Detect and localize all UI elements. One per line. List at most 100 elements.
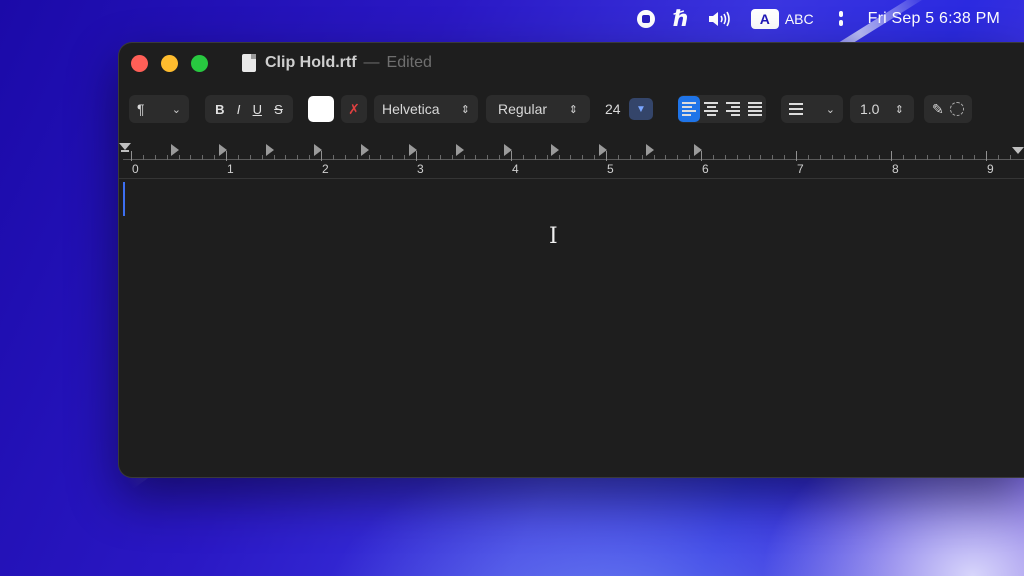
minimize-button[interactable] xyxy=(161,54,178,72)
ruler-minor-tick xyxy=(831,155,833,160)
ruler-minor-tick xyxy=(356,155,358,160)
align-left-button[interactable] xyxy=(678,96,700,122)
ruler-minor-tick xyxy=(677,155,679,160)
ruler-minor-tick xyxy=(902,155,904,160)
ruler-minor-tick xyxy=(142,155,144,160)
font-size-value[interactable]: 24 xyxy=(605,101,621,117)
text-color-swatch[interactable] xyxy=(308,96,334,122)
ruler-minor-tick xyxy=(475,155,477,160)
highlight-button[interactable]: ✎ xyxy=(924,95,972,123)
menubar-clock[interactable]: Fri Sep 5 6:38 PM xyxy=(868,10,1000,28)
ruler-minor-tick xyxy=(617,155,619,160)
close-button[interactable] xyxy=(131,54,148,72)
ruler-minor-tick xyxy=(190,155,192,160)
bold-button[interactable]: B xyxy=(215,102,224,117)
ruler-minor-tick xyxy=(285,155,287,160)
ruler-minor-tick xyxy=(807,155,809,160)
ruler-minor-tick xyxy=(309,155,311,160)
ruler-minor-tick xyxy=(380,155,382,160)
window-title[interactable]: Clip Hold.rtf xyxy=(265,54,357,72)
ruler-minor-tick xyxy=(297,155,299,160)
tab-stop-marker[interactable] xyxy=(551,144,559,156)
tab-stop-marker[interactable] xyxy=(646,144,654,156)
ruler-minor-tick xyxy=(772,155,774,160)
paragraph-styles-button[interactable]: ¶ ⌄ xyxy=(129,95,189,123)
ruler-minor-tick xyxy=(665,155,667,160)
ruler-minor-tick xyxy=(261,155,263,160)
input-source-menu[interactable]: A ABC xyxy=(750,9,814,29)
underline-button[interactable]: U xyxy=(253,102,262,117)
ruler-minor-tick xyxy=(249,155,251,160)
ruler[interactable]: 0 1 2 3 4 5 6 7 8 9 xyxy=(119,139,1024,179)
ruler-number: 4 xyxy=(512,162,519,176)
ruler-minor-tick xyxy=(629,155,631,160)
line-spacing-select[interactable]: 1.0 ⇕ xyxy=(850,95,914,123)
ruler-minor-tick xyxy=(867,155,869,160)
tab-stop-marker[interactable] xyxy=(171,144,179,156)
font-size-dropdown-icon[interactable]: ▼ xyxy=(629,98,653,120)
tab-stop-marker[interactable] xyxy=(313,144,322,156)
font-family-value: Helvetica xyxy=(382,101,440,117)
ruler-number: 1 xyxy=(227,162,234,176)
ruler-minor-tick xyxy=(689,155,691,160)
volume-icon[interactable] xyxy=(707,10,733,28)
tab-stop-marker[interactable] xyxy=(361,144,369,156)
tab-stop-marker[interactable] xyxy=(598,144,607,156)
left-indent-marker[interactable] xyxy=(121,150,129,152)
tab-stop-marker[interactable] xyxy=(266,144,274,156)
ruler-number: 6 xyxy=(702,162,709,176)
strikethrough-button[interactable]: S xyxy=(274,102,283,117)
background-color-button[interactable]: ✗ xyxy=(341,95,367,123)
font-family-select[interactable]: Helvetica ⇕ xyxy=(374,95,478,123)
tab-stop-marker[interactable] xyxy=(693,144,702,156)
ruler-minor-tick xyxy=(404,155,406,160)
ruler-minor-tick xyxy=(784,155,786,160)
ruler-minor-tick xyxy=(202,155,204,160)
ruler-minor-tick xyxy=(154,155,156,160)
ruler-minor-tick xyxy=(997,155,999,160)
control-center-icon[interactable] xyxy=(832,11,850,27)
ruler-minor-tick xyxy=(724,155,726,160)
ruler-minor-tick xyxy=(748,155,750,160)
align-center-button[interactable] xyxy=(700,96,722,122)
font-size-field[interactable]: 24 ▼ xyxy=(599,95,659,123)
ibeam-cursor-icon: I xyxy=(549,224,558,249)
ruler-number: 7 xyxy=(797,162,804,176)
paragraph-icon: ¶ xyxy=(137,101,145,117)
h-app-icon[interactable]: ℏ xyxy=(673,6,689,32)
line-spacing-value: 1.0 xyxy=(860,101,880,117)
list-style-button[interactable]: ⌄ xyxy=(781,95,843,123)
ruler-number: 3 xyxy=(417,162,424,176)
ruler-minor-tick xyxy=(534,155,536,160)
record-icon[interactable] xyxy=(637,10,656,28)
no-color-icon: ✗ xyxy=(348,100,360,117)
ruler-major-tick xyxy=(131,151,132,161)
alignment-group xyxy=(678,95,766,123)
ruler-major-tick xyxy=(796,151,797,161)
ruler-minor-tick xyxy=(819,155,821,160)
text-style-group: B I U S xyxy=(205,95,293,123)
justify-button[interactable] xyxy=(744,96,766,122)
tab-stop-marker[interactable] xyxy=(218,144,227,156)
ruler-minor-tick xyxy=(938,155,940,160)
font-style-select[interactable]: Regular ⇕ xyxy=(486,95,590,123)
document-text-area[interactable]: I xyxy=(119,180,1024,477)
title-bar[interactable]: Clip Hold.rtf — Edited xyxy=(119,43,1024,83)
italic-button[interactable]: I xyxy=(237,102,241,117)
first-line-indent-marker[interactable] xyxy=(119,143,131,150)
ruler-number: 0 xyxy=(132,162,139,176)
zoom-button[interactable] xyxy=(191,54,208,72)
tab-stop-marker[interactable] xyxy=(503,144,512,156)
align-right-button[interactable] xyxy=(722,96,744,122)
tab-stop-marker[interactable] xyxy=(456,144,464,156)
ruler-minor-tick xyxy=(712,155,714,160)
document-icon[interactable] xyxy=(242,54,256,72)
ruler-minor-tick xyxy=(499,155,501,160)
right-indent-marker[interactable] xyxy=(1012,147,1024,154)
ruler-minor-tick xyxy=(926,155,928,160)
textedit-window: Clip Hold.rtf — Edited ¶ ⌄ B I U S ✗ Hel… xyxy=(118,42,1024,478)
document-status: Edited xyxy=(386,54,432,71)
ruler-minor-tick xyxy=(879,155,881,160)
ruler-minor-tick xyxy=(582,155,584,160)
tab-stop-marker[interactable] xyxy=(408,144,417,156)
